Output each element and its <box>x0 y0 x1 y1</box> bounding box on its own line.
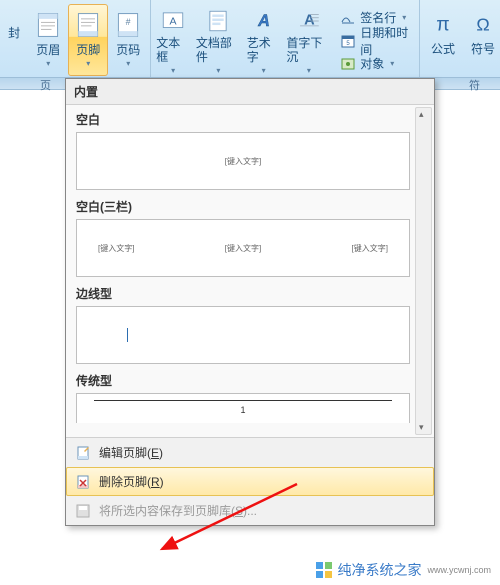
docparts-label: 文档部件 <box>196 36 241 64</box>
symbol-icon: Ω <box>467 8 499 40</box>
footer-icon <box>72 9 104 41</box>
scrollbar[interactable] <box>415 107 432 435</box>
wordart-icon: A <box>248 8 280 34</box>
ribbon-header-button[interactable]: 页眉 ▾ <box>28 4 68 76</box>
object-icon <box>340 56 356 72</box>
save-footer-label: 将所选内容保存到页脚库(S)... <box>99 502 257 519</box>
ribbon-group-label-1: 页 <box>40 77 51 93</box>
divider <box>94 400 393 401</box>
footer-style-blank[interactable]: 空白 [键入文字] <box>76 111 410 190</box>
dropdown-header: 内置 <box>66 79 434 105</box>
watermark-logo-icon <box>315 561 333 579</box>
formula-icon: π <box>427 8 459 40</box>
watermark: 纯净系统之家 www.ycwnj.com <box>312 559 494 581</box>
ribbon: 封 页眉 ▾ 页脚 ▾ # 页码 ▾ A <box>0 0 500 78</box>
symbol-label: 符号 <box>471 42 495 56</box>
pagenum-label: 页码 <box>116 43 140 57</box>
style-preview <box>76 306 410 364</box>
preview-placeholder: [键入文字] <box>97 242 135 255</box>
dropdown-footer: 编辑页脚(E) 删除页脚(R) 将所选内容保存到页脚库(S)... <box>66 437 434 525</box>
signature-icon <box>340 10 356 26</box>
edit-footer-label: 编辑页脚(E) <box>99 444 163 461</box>
svg-text:A: A <box>170 15 178 27</box>
ribbon-symbol-button[interactable]: Ω 符号 <box>464 3 500 75</box>
ribbon-footer-button[interactable]: 页脚 ▾ <box>68 4 108 76</box>
dropcap-icon: A <box>293 8 325 34</box>
style-preview: [键入文字] [键入文字] [键入文字] <box>76 219 410 277</box>
ribbon-formula-button[interactable]: π 公式 <box>420 3 464 75</box>
chevron-down-icon: ▾ <box>126 59 130 68</box>
header-icon <box>32 9 64 41</box>
preview-placeholder: [键入文字] <box>224 242 262 255</box>
svg-text:A: A <box>257 11 270 29</box>
pagenum-icon: # <box>112 9 144 41</box>
footer-style-blank3[interactable]: 空白(三栏) [键入文字] [键入文字] [键入文字] <box>76 198 410 277</box>
footer-label: 页脚 <box>76 43 100 57</box>
cursor-icon <box>127 328 128 342</box>
wordart-label: 艺术字 <box>247 36 281 64</box>
footer-dropdown: 内置 空白 [键入文字] 空白(三栏) [键入文字] [键入文字] [键入文字]… <box>65 78 435 526</box>
ribbon-cover-button[interactable]: 封 <box>0 0 28 77</box>
ribbon-dropcap-button[interactable]: A 首字下沉 ▾ <box>283 3 334 75</box>
remove-footer-label: 删除页脚(R) <box>99 473 164 490</box>
ribbon-pagenum-button[interactable]: # 页码 ▾ <box>108 4 148 76</box>
chevron-down-icon: ▾ <box>86 59 90 68</box>
style-title: 传统型 <box>76 372 410 389</box>
ribbon-textbox-button[interactable]: A 文本框 ▾ <box>151 3 193 75</box>
preview-placeholder: [键入文字] <box>351 242 389 255</box>
ribbon-docparts-button[interactable]: 文档部件 ▾ <box>193 3 244 75</box>
style-preview: 1 <box>76 393 410 423</box>
edit-icon <box>75 445 91 461</box>
chevron-down-icon: ▾ <box>216 66 220 75</box>
textbox-icon: A <box>157 8 189 34</box>
preview-pagenum: 1 <box>240 405 245 415</box>
ribbon-wordart-button[interactable]: A 艺术字 ▾ <box>244 3 284 75</box>
svg-text:π: π <box>436 13 449 35</box>
footer-style-traditional[interactable]: 传统型 1 <box>76 372 410 423</box>
ribbon-group-label-3: 符 <box>469 77 480 93</box>
textbox-label: 文本框 <box>156 36 190 64</box>
header-label: 页眉 <box>36 43 60 57</box>
datetime-icon: 5 <box>340 33 356 49</box>
remove-icon <box>75 474 91 490</box>
style-title: 空白 <box>76 111 410 128</box>
chevron-down-icon: ▾ <box>262 66 266 75</box>
ribbon-small-group: 签名行▾ 5 日期和时间 对象▾ <box>334 4 419 74</box>
ribbon-datetime-button[interactable]: 5 日期和时间 <box>340 31 415 51</box>
edit-footer-menuitem[interactable]: 编辑页脚(E) <box>66 438 434 467</box>
formula-label: 公式 <box>431 42 455 56</box>
datetime-label: 日期和时间 <box>360 24 415 58</box>
save-footer-menuitem: 将所选内容保存到页脚库(S)... <box>66 496 434 525</box>
footer-style-line[interactable]: 边线型 <box>76 285 410 364</box>
docparts-icon <box>202 8 234 34</box>
remove-footer-menuitem[interactable]: 删除页脚(R) <box>66 467 434 496</box>
style-title: 边线型 <box>76 285 410 302</box>
watermark-text: 纯净系统之家 <box>337 560 421 580</box>
watermark-sub: www.ycwnj.com <box>427 565 491 575</box>
style-preview: [键入文字] <box>76 132 410 190</box>
object-label: 对象 <box>360 55 384 72</box>
ribbon-object-button[interactable]: 对象▾ <box>340 54 415 74</box>
svg-text:#: # <box>126 17 131 27</box>
cover-label: 封 <box>8 24 20 41</box>
preview-placeholder: [键入文字] <box>224 155 262 168</box>
chevron-down-icon: ▾ <box>46 59 50 68</box>
dropcap-label: 首字下沉 <box>286 36 331 64</box>
chevron-down-icon: ▾ <box>171 66 175 75</box>
chevron-down-icon: ▾ <box>307 66 311 75</box>
save-icon <box>75 503 91 519</box>
dropdown-gallery: 空白 [键入文字] 空白(三栏) [键入文字] [键入文字] [键入文字] 边线… <box>66 105 434 437</box>
svg-text:Ω: Ω <box>476 14 489 34</box>
style-title: 空白(三栏) <box>76 198 410 215</box>
